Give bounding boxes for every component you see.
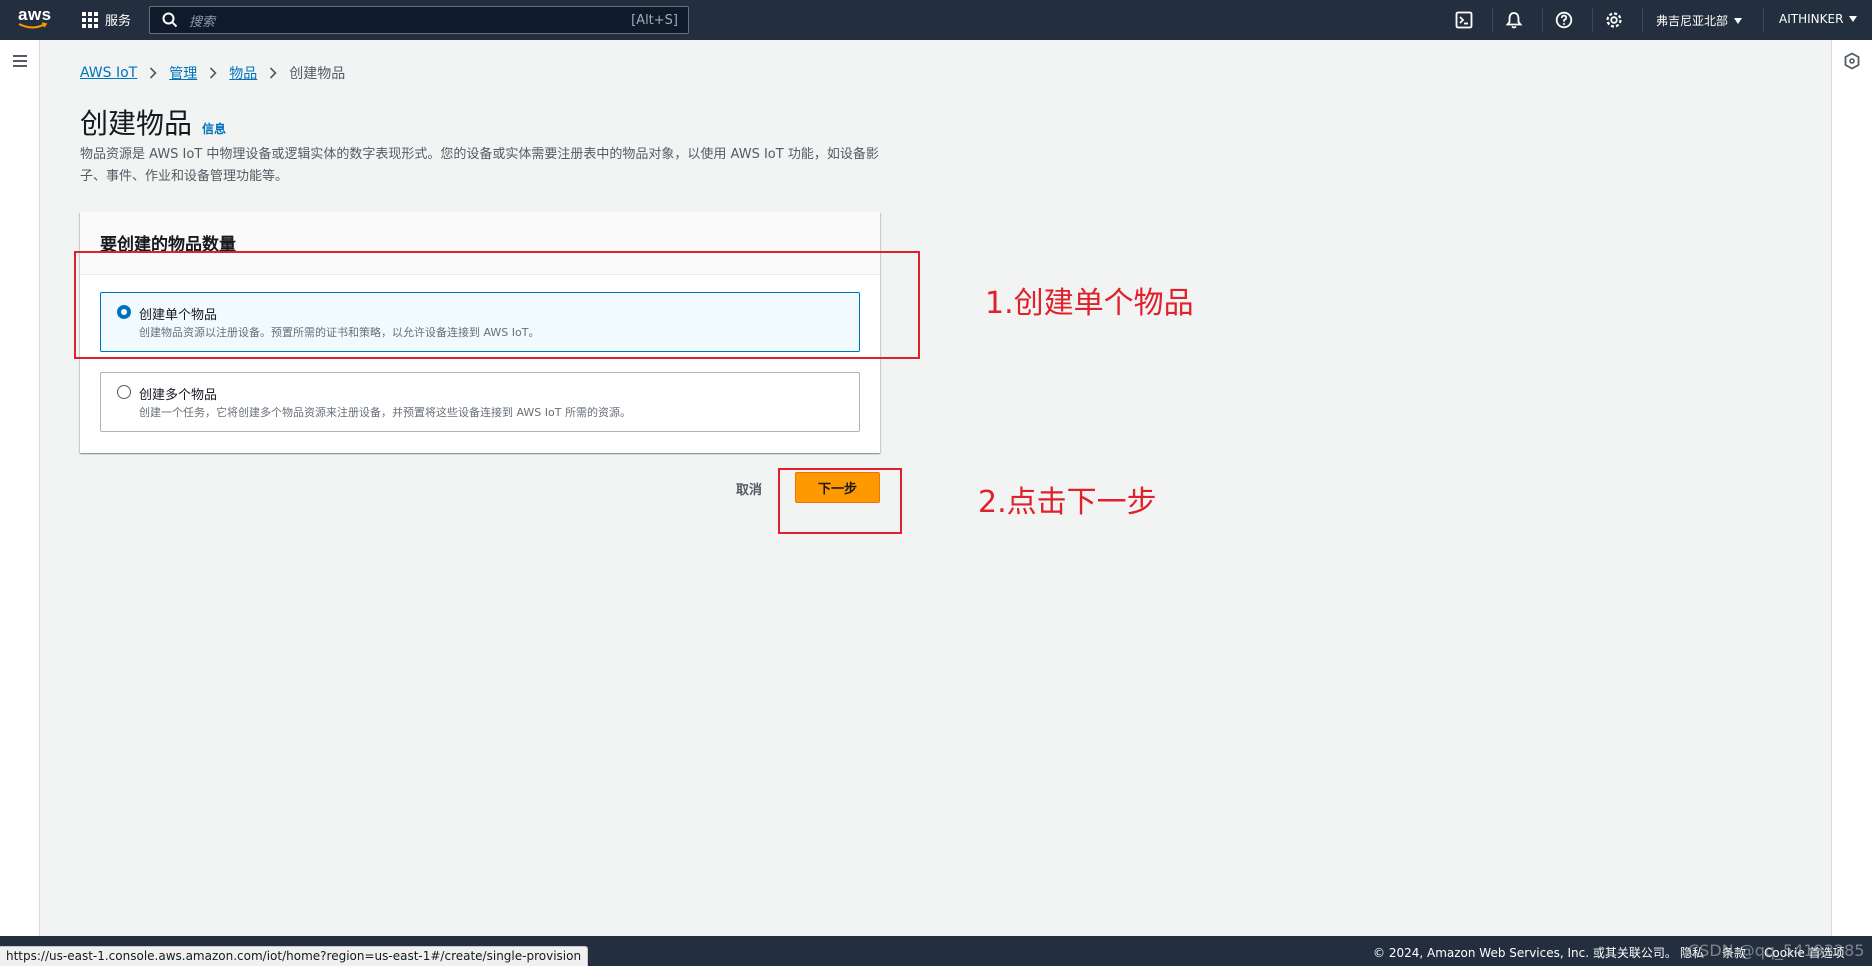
services-label: 服务	[105, 14, 132, 29]
search-placeholder: 搜索	[189, 14, 216, 30]
option-label: 创建多个物品	[139, 388, 218, 403]
annotation-step2: 2.点击下一步	[978, 485, 1157, 520]
page-title: 创建物品	[80, 107, 193, 140]
nav-divider	[1542, 8, 1543, 32]
account-label: AITHINKER	[1779, 12, 1844, 26]
breadcrumb-link-aws-iot[interactable]: AWS IoT	[80, 65, 137, 81]
chevron-right-icon	[210, 67, 217, 79]
radio-unselected-icon[interactable]	[117, 385, 131, 399]
search-shortcut: [Alt+S]	[631, 12, 678, 28]
option-description: 创建一个任务，它将创建多个物品资源来注册设备，并预置将这些设备连接到 AWS I…	[139, 406, 631, 419]
grid-icon	[82, 11, 98, 28]
status-bar-url: https://us-east-1.console.aws.amazon.com…	[0, 946, 589, 966]
option-multiple-things[interactable]: 创建多个物品 创建一个任务，它将创建多个物品资源来注册设备，并预置将这些设备连接…	[100, 372, 860, 432]
chevron-right-icon	[270, 67, 277, 79]
chevron-right-icon	[150, 67, 157, 79]
annotation-box-step1	[74, 251, 920, 359]
nav-divider	[1642, 8, 1643, 32]
caret-down-icon	[1734, 17, 1743, 24]
help-icon[interactable]	[1555, 11, 1573, 29]
info-link[interactable]: 信息	[202, 120, 226, 137]
breadcrumb-link-things[interactable]: 物品	[229, 63, 257, 83]
caret-down-icon	[1849, 16, 1858, 22]
nav-divider	[1763, 8, 1764, 32]
cloudshell-icon[interactable]	[1455, 11, 1473, 29]
breadcrumb-link-manage[interactable]: 管理	[169, 63, 197, 83]
services-menu-button[interactable]: 服务	[82, 10, 131, 29]
aws-logo-text: aws	[18, 5, 52, 24]
region-label: 弗吉尼亚北部	[1656, 14, 1729, 28]
nav-divider	[1592, 8, 1593, 32]
search-icon	[162, 12, 178, 28]
page-description: 物品资源是 AWS IoT 中物理设备或逻辑实体的数字表现形式。您的设备或实体需…	[80, 147, 879, 184]
breadcrumb: AWS IoT 管理 物品 创建物品	[80, 63, 345, 83]
annotation-step1: 1.创建单个物品	[985, 286, 1194, 321]
bell-icon[interactable]	[1505, 11, 1523, 29]
breadcrumb-current: 创建物品	[289, 66, 346, 82]
watermark: CSDN @qq_54193285	[1688, 941, 1865, 960]
cancel-button[interactable]: 取消	[736, 479, 762, 498]
nav-divider	[1492, 8, 1493, 32]
settings-icon[interactable]	[1605, 11, 1623, 29]
annotation-box-step2	[778, 468, 902, 534]
top-navigation: aws 服务 搜索 [Alt+S] 弗吉尼亚北部 AITHINKER	[0, 0, 1872, 40]
left-rail	[0, 40, 40, 936]
aws-logo[interactable]: aws	[18, 6, 52, 34]
footer-copyright: © 2024, Amazon Web Services, Inc. 或其关联公司…	[1373, 946, 1677, 960]
account-menu[interactable]: AITHINKER	[1779, 12, 1858, 26]
hexagon-info-icon[interactable]	[1844, 52, 1860, 70]
region-selector[interactable]: 弗吉尼亚北部	[1656, 12, 1743, 29]
menu-icon[interactable]	[13, 55, 27, 67]
right-rail	[1831, 40, 1872, 936]
search-input[interactable]: 搜索 [Alt+S]	[149, 6, 689, 34]
page-header: 创建物品 信息	[80, 102, 226, 142]
